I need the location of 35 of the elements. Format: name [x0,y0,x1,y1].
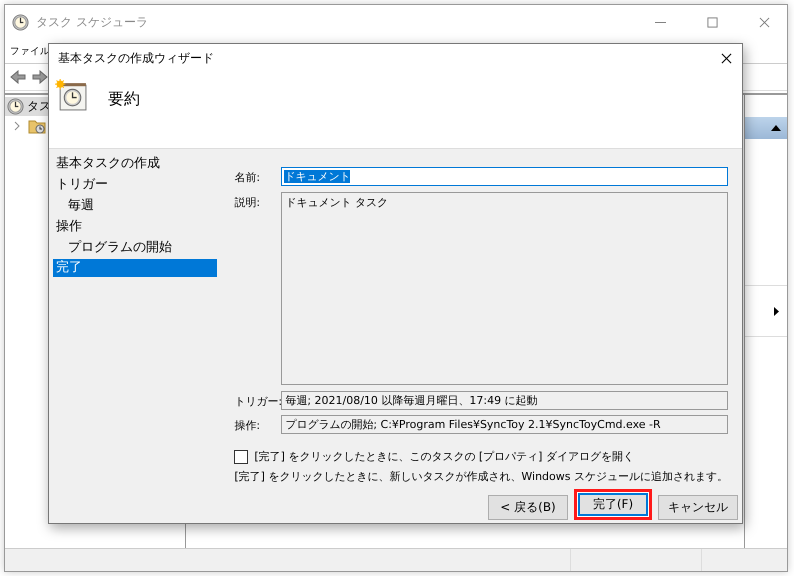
field-label: 名前: [234,170,262,186]
chevron-icon[interactable] [13,121,21,131]
name-field[interactable]: ドキュメント [281,167,728,186]
field-label: 操作: [234,418,262,434]
clock-icon [12,14,29,30]
maximize-icon[interactable] [707,16,718,28]
finish-button[interactable]: 完了(F) [574,489,652,520]
back-button[interactable]: < 戻る(B) [488,495,568,520]
info-text: [完了] をクリックしたときに、新しいタスクが作成され、Windows スケジュールに追加されます。 [234,469,728,484]
wizard-step: トリガー [53,174,218,196]
close-icon[interactable] [721,53,732,64]
folder-clock-icon [28,118,46,134]
wizard-step: プログラムの開始 [53,237,218,258]
wizard-step: 完了 [53,259,218,278]
task-clock-icon [55,79,88,112]
clock-icon [7,98,24,115]
actions-header[interactable] [745,117,787,139]
wizard-step: 操作 [53,216,218,238]
submenu-arrow-icon[interactable] [774,306,779,316]
action-field: プログラムの開始; C:¥Program Files¥SyncToy 2.1¥SyncToyCmd.exe -R [281,415,728,434]
collapse-arrow-icon[interactable] [771,125,781,131]
forward-arrow-icon[interactable] [32,70,48,84]
checkbox[interactable] [234,450,248,464]
cancel-button[interactable]: キャンセル [658,495,738,520]
checkbox-label: [完了] をクリックしたときに、このタスクの [プロパティ] ダイアログを開く [254,449,634,464]
back-arrow-icon[interactable] [10,70,26,84]
field-label: 説明: [234,195,262,210]
wizard-step: 基本タスクの作成 [53,153,218,174]
window-title: タスク スケジューラ [36,14,148,30]
wizard-step: 毎週 [53,195,218,216]
page-heading: 要約 [108,89,140,110]
trigger-field: 毎週; 2021/08/10 以降毎週月曜日、17:49 に起動 [281,391,728,410]
field-label: トリガー: [234,394,282,410]
dialog-title: 基本タスクの作成ウィザード [58,50,214,68]
description-field[interactable]: ドキュメント タスク [281,192,728,386]
